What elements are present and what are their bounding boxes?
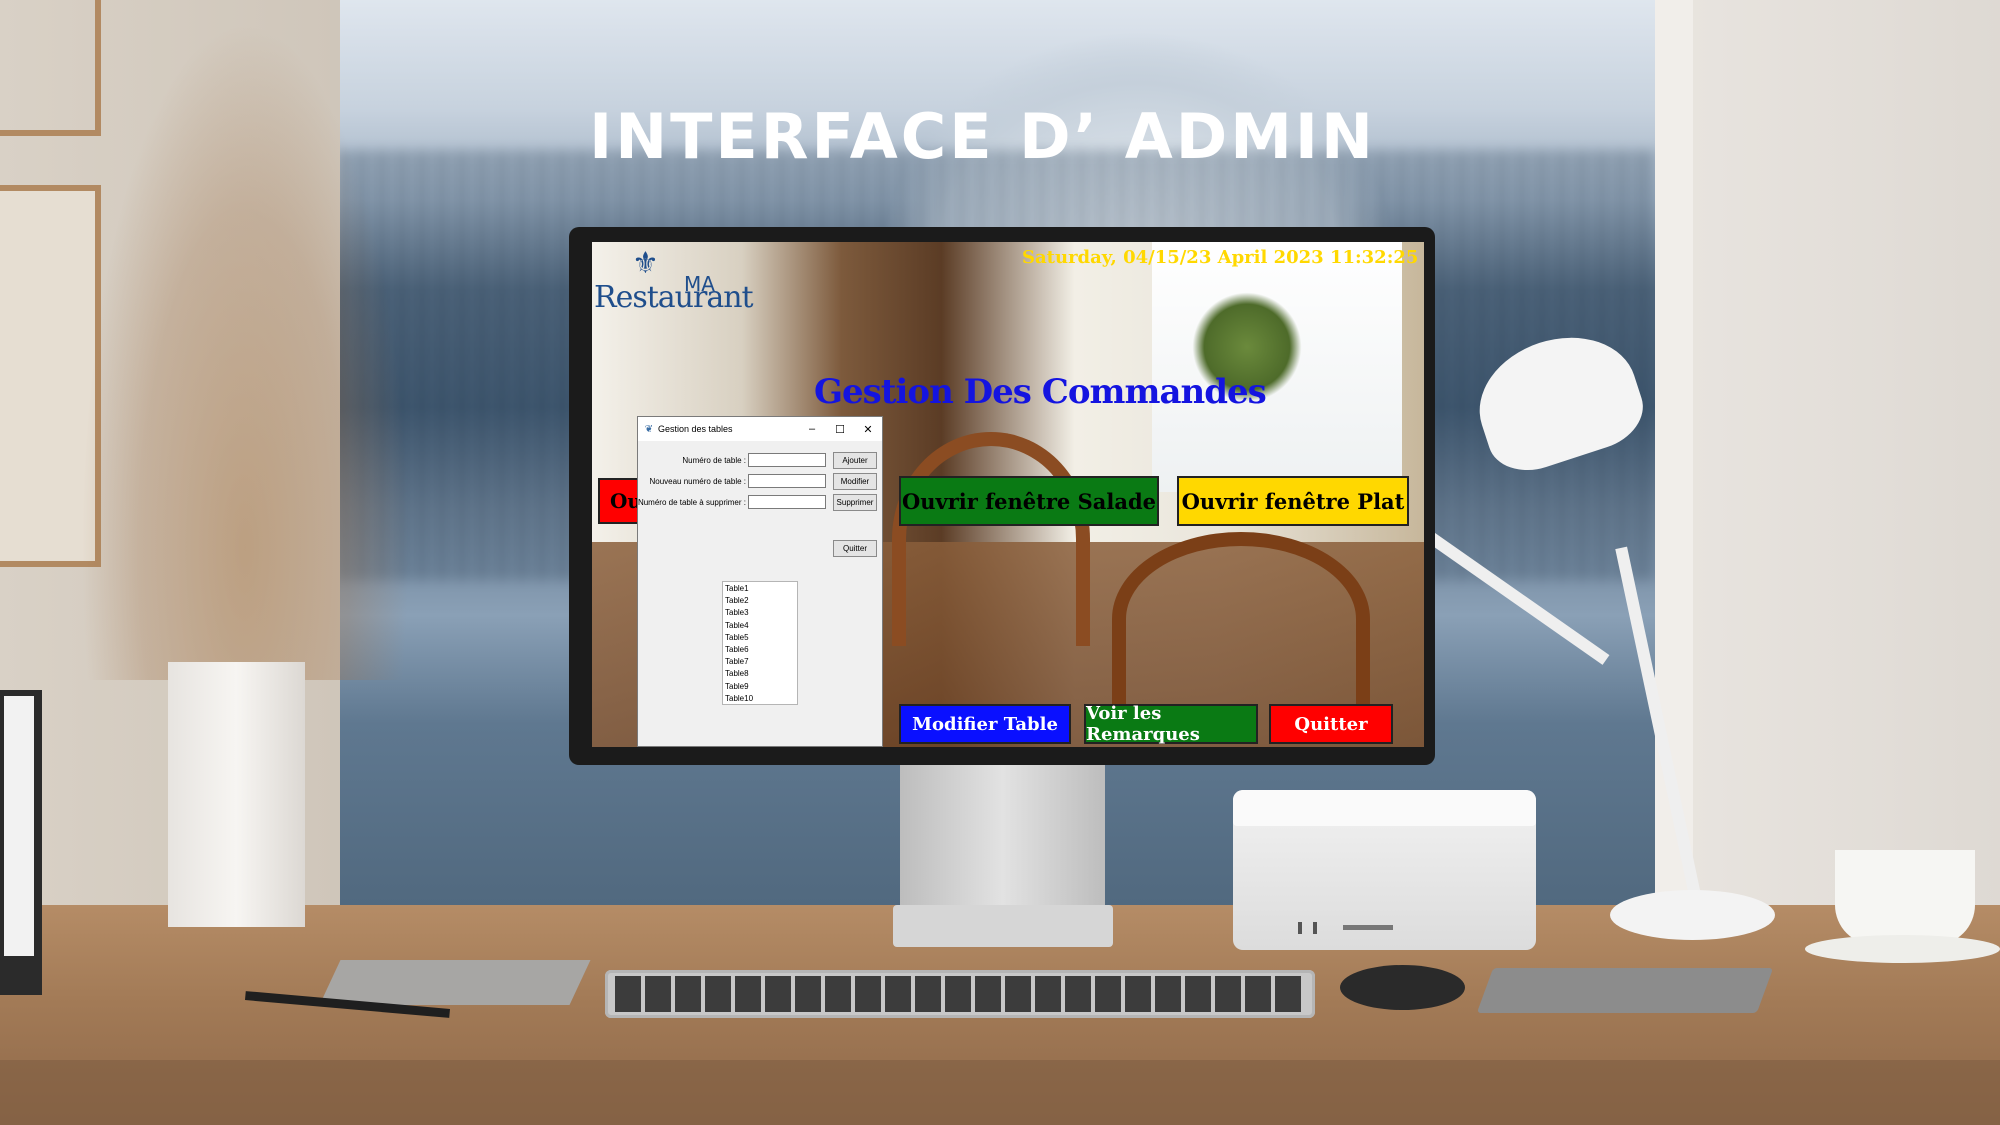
quit-button[interactable]: Quitter bbox=[1269, 704, 1393, 744]
close-icon[interactable]: ✕ bbox=[854, 423, 882, 436]
delete-table-row: Numéro de table à supprimer : Supprimer bbox=[638, 493, 884, 513]
window-titlebar[interactable]: ❦ Gestion des tables – ☐ ✕ bbox=[638, 417, 882, 441]
minimize-icon[interactable]: – bbox=[798, 423, 826, 435]
list-item[interactable]: Table7 bbox=[725, 656, 795, 668]
list-item[interactable]: Table10 bbox=[725, 693, 795, 705]
add-table-button[interactable]: Ajouter bbox=[833, 452, 877, 469]
page-title: Gestion Des Commandes bbox=[814, 372, 1267, 412]
coffee-cup bbox=[1835, 850, 1975, 945]
new-table-number-label: Nouveau numéro de table : bbox=[649, 477, 746, 486]
new-table-number-input[interactable] bbox=[748, 474, 826, 488]
tables-window-quit-button[interactable]: Quitter bbox=[833, 540, 877, 557]
marble-vase bbox=[168, 662, 305, 927]
mac-mini bbox=[1233, 790, 1536, 950]
table-number-input[interactable] bbox=[748, 453, 826, 467]
view-remarks-button[interactable]: Voir les Remarques bbox=[1084, 703, 1258, 745]
open-plat-window-button[interactable]: Ouvrir fenêtre Plat bbox=[1177, 476, 1409, 526]
feather-icon: ❦ bbox=[644, 423, 654, 435]
delete-table-number-input[interactable] bbox=[748, 495, 826, 509]
monitor-stand bbox=[900, 760, 1105, 910]
slide-headline: INTERFACE D’ ADMIN bbox=[589, 100, 1376, 173]
tables-management-window: ❦ Gestion des tables – ☐ ✕ Numéro de tab… bbox=[637, 416, 883, 747]
app-main-window: ⚜ MA Restaurant Saturday, 04/15/23 April… bbox=[592, 242, 1424, 747]
add-table-row: Numéro de table : Ajouter bbox=[638, 451, 884, 471]
open-salade-window-button[interactable]: Ouvrir fenêtre Salade bbox=[899, 476, 1159, 526]
chair-bg bbox=[1112, 532, 1370, 706]
desk-lamp-base bbox=[1610, 890, 1775, 940]
list-item[interactable]: Table5 bbox=[725, 632, 795, 644]
tables-listbox[interactable]: Table1 Table2 Table3 Table4 Table5 Table… bbox=[722, 581, 798, 705]
table-number-label: Numéro de table : bbox=[682, 456, 746, 465]
list-item[interactable]: Table8 bbox=[725, 668, 795, 680]
list-item[interactable]: Table2 bbox=[725, 595, 795, 607]
modify-table-button[interactable]: Modifier Table bbox=[899, 704, 1071, 744]
monitor-foot bbox=[893, 905, 1113, 947]
list-item[interactable]: Table1 bbox=[725, 583, 795, 595]
list-item[interactable]: Table4 bbox=[725, 620, 795, 632]
modify-table-number-button[interactable]: Modifier bbox=[833, 473, 877, 490]
saucer bbox=[1805, 935, 2000, 963]
restaurant-logo: ⚜ MA Restaurant bbox=[594, 246, 754, 315]
list-item[interactable]: Table6 bbox=[725, 644, 795, 656]
list-item[interactable]: Table3 bbox=[725, 607, 795, 619]
datetime-display: Saturday, 04/15/23 April 2023 11:32:25 bbox=[1022, 247, 1419, 268]
maximize-icon[interactable]: ☐ bbox=[826, 423, 854, 436]
trackpad bbox=[1476, 968, 1774, 1013]
list-item[interactable]: Table9 bbox=[725, 681, 795, 693]
keyboard bbox=[605, 970, 1315, 1018]
notebook bbox=[319, 960, 591, 1005]
delete-table-number-label: Numéro de table à supprimer : bbox=[637, 498, 746, 507]
delete-table-button[interactable]: Supprimer bbox=[833, 494, 877, 511]
tablet-stand bbox=[0, 690, 42, 995]
window-title: Gestion des tables bbox=[658, 424, 733, 434]
chair-bg bbox=[892, 432, 1090, 646]
modify-table-row: Nouveau numéro de table : Modifier bbox=[638, 472, 884, 492]
cutlery-laurel-icon: ⚜ bbox=[632, 246, 659, 281]
mouse bbox=[1340, 965, 1465, 1010]
